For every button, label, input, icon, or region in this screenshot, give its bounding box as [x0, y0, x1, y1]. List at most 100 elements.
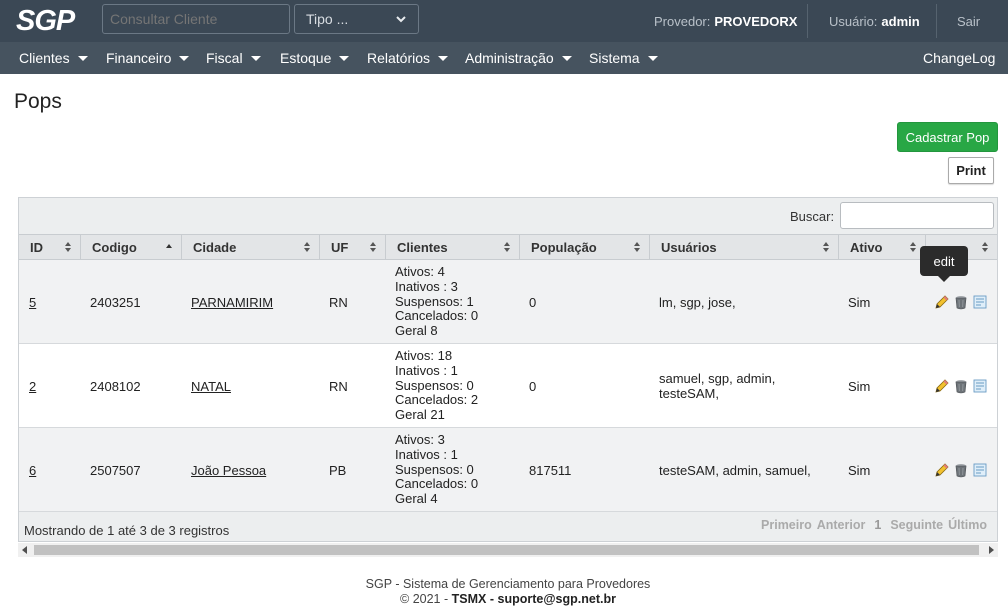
top-divider: [807, 4, 808, 38]
row-id-link[interactable]: 6: [29, 428, 36, 512]
caret-down-icon: [647, 55, 658, 61]
tipo-select[interactable]: Tipo ...: [294, 4, 419, 34]
row-codigo: 2507507: [90, 462, 141, 478]
row-id-link[interactable]: 2: [29, 344, 36, 428]
pager-current[interactable]: 1: [874, 518, 881, 532]
document-icon[interactable]: [972, 462, 988, 478]
page-footer: SGP - Sistema de Gerenciamento para Prov…: [0, 577, 1008, 607]
menu-sistema[interactable]: Sistema: [589, 42, 658, 74]
col-id[interactable]: ID: [19, 235, 81, 259]
search-input[interactable]: [840, 202, 994, 229]
sort-icon: [370, 242, 376, 252]
usuario-label: Usuário:: [829, 13, 878, 29]
table-info: Mostrando de 1 até 3 de 3 registros: [24, 523, 230, 538]
row-populacao: 0: [529, 378, 537, 394]
row-uf: RN: [329, 378, 348, 394]
sort-icon: [634, 242, 640, 252]
provedor-value: PROVEDORX: [714, 13, 798, 29]
usuario-value: admin: [881, 13, 920, 29]
sort-icon: [65, 242, 71, 252]
sort-asc-icon: [166, 244, 172, 248]
provedor-info: Provedor: PROVEDORX: [654, 0, 797, 42]
consultar-cliente-input[interactable]: [102, 4, 290, 34]
row-populacao: 0: [529, 294, 537, 310]
scroll-left-arrow-icon[interactable]: [22, 546, 27, 554]
trash-icon[interactable]: [953, 378, 969, 394]
table-row: 5 2403251 PARNAMIRIM RN Ativos: 4 Inativ…: [19, 260, 997, 344]
caret-down-icon: [179, 55, 190, 61]
col-populacao[interactable]: População: [520, 235, 650, 259]
document-icon[interactable]: [972, 294, 988, 310]
caret-down-icon: [561, 55, 572, 61]
row-cidade-link[interactable]: João Pessoa: [191, 428, 266, 512]
row-id-link[interactable]: 5: [29, 260, 36, 344]
row-usuarios: lm, sgp, jose,: [659, 294, 736, 310]
col-ativo[interactable]: Ativo: [839, 235, 926, 259]
edit-pencil-icon[interactable]: [934, 378, 950, 394]
sgp-logo[interactable]: SGP: [16, 5, 84, 35]
document-icon[interactable]: [972, 378, 988, 394]
row-actions: [934, 344, 988, 428]
edit-pencil-icon[interactable]: [934, 294, 950, 310]
col-cidade[interactable]: Cidade: [182, 235, 320, 259]
caret-down-icon: [339, 55, 350, 61]
menu-estoque[interactable]: Estoque: [280, 42, 350, 74]
trash-icon[interactable]: [953, 294, 969, 310]
top-bar: SGP Tipo ... Provedor: PROVEDORX Usuário…: [0, 0, 1008, 42]
sort-icon: [910, 242, 916, 252]
row-ativo: Sim: [848, 378, 871, 394]
svg-text:SGP: SGP: [16, 5, 76, 35]
col-clientes[interactable]: Clientes: [386, 235, 520, 259]
provedor-label: Provedor:: [654, 13, 711, 29]
usuario-info: Usuário: admin: [829, 0, 920, 42]
page-title: Pops: [14, 90, 62, 113]
row-clientes: Ativos: 3 Inativos : 1 Suspensos: 0 Canc…: [395, 432, 479, 507]
table-row: 2 2408102 NATAL RN Ativos: 18 Inativos :…: [19, 344, 997, 428]
menu-fiscal[interactable]: Fiscal: [206, 42, 261, 74]
col-uf[interactable]: UF: [320, 235, 386, 259]
main-menu: Clientes Financeiro Fiscal Estoque Relat…: [0, 42, 1008, 74]
row-uf: RN: [329, 294, 348, 310]
footer-line1: SGP - Sistema de Gerenciamento para Prov…: [365, 577, 651, 591]
row-usuarios: testeSAM, admin, samuel,: [659, 462, 811, 478]
sair-link[interactable]: Sair: [957, 0, 980, 42]
row-cidade-link[interactable]: PARNAMIRIM: [191, 260, 273, 344]
menu-changelog[interactable]: ChangeLog: [923, 42, 995, 74]
row-actions: [934, 428, 988, 512]
sort-icon: [982, 242, 988, 252]
col-usuarios[interactable]: Usuários: [650, 235, 839, 259]
trash-icon[interactable]: [953, 462, 969, 478]
pager-last[interactable]: Último: [948, 518, 987, 532]
caret-down-icon: [250, 55, 261, 61]
row-uf: PB: [329, 462, 347, 478]
sort-icon: [304, 242, 310, 252]
pager-first[interactable]: Primeiro: [761, 518, 812, 532]
search-label: Buscar:: [790, 209, 835, 224]
sort-icon: [504, 242, 510, 252]
caret-down-icon: [438, 55, 449, 61]
menu-relatorios[interactable]: Relatórios: [367, 42, 449, 74]
scrollbar-thumb[interactable]: [34, 545, 979, 555]
row-codigo: 2403251: [90, 294, 141, 310]
edit-pencil-icon[interactable]: [934, 462, 950, 478]
row-clientes: Ativos: 18 Inativos : 1 Suspensos: 0 Can…: [395, 348, 479, 423]
row-clientes: Ativos: 4 Inativos : 3 Suspensos: 1 Canc…: [395, 264, 479, 339]
row-ativo: Sim: [848, 294, 871, 310]
pager-next[interactable]: Seguinte: [890, 518, 943, 532]
cadastrar-pop-button[interactable]: Cadastrar Pop: [897, 122, 998, 152]
menu-administracao[interactable]: Administração: [465, 42, 572, 74]
row-codigo: 2408102: [90, 378, 141, 394]
horizontal-scrollbar[interactable]: [18, 543, 998, 557]
footer-email[interactable]: suporte@sgp.net.br: [498, 592, 616, 606]
scroll-right-arrow-icon[interactable]: [989, 546, 994, 554]
menu-clientes[interactable]: Clientes: [19, 42, 88, 74]
edit-tooltip: edit: [920, 246, 968, 282]
top-divider: [936, 4, 937, 38]
col-codigo[interactable]: Codigo: [81, 235, 182, 259]
menu-financeiro[interactable]: Financeiro: [106, 42, 190, 74]
print-button[interactable]: Print: [948, 157, 994, 184]
table-header: ID Codigo Cidade UF Clientes População U…: [19, 234, 997, 260]
table-row: 6 2507507 João Pessoa PB Ativos: 3 Inati…: [19, 428, 997, 512]
row-cidade-link[interactable]: NATAL: [191, 344, 231, 428]
pager-previous[interactable]: Anterior: [817, 518, 866, 532]
